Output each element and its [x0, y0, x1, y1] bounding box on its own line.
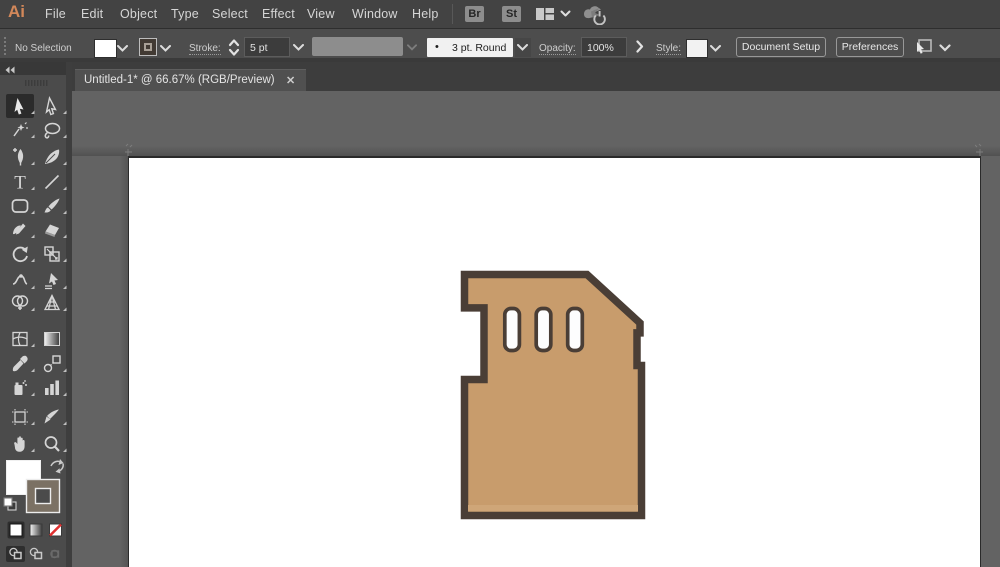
svg-text:T: T	[14, 173, 26, 194]
